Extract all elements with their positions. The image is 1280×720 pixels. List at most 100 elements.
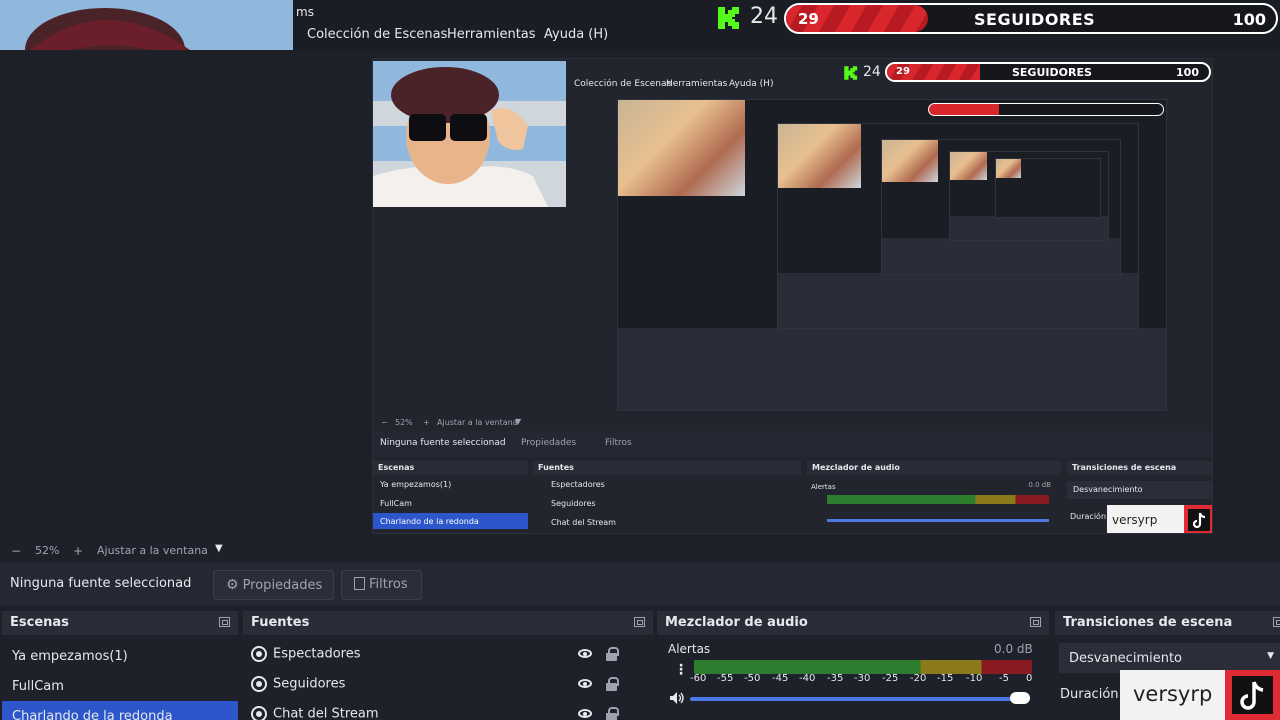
- volume-slider-handle[interactable]: [1010, 692, 1030, 704]
- source-label: Chat del Stream: [273, 706, 379, 720]
- nested-zoom-minus: −: [381, 418, 388, 427]
- sources-dock: Fuentes Espectadores Seguidores Chat del…: [243, 611, 653, 720]
- browser-source-icon: [251, 646, 267, 662]
- volume-slider-track[interactable]: [690, 697, 1030, 701]
- mixer-dock-header: Mezclador de audio: [657, 611, 1049, 635]
- source-item-seguidores[interactable]: Seguidores: [243, 670, 653, 700]
- filters-icon: [354, 577, 365, 590]
- properties-button[interactable]: ⚙ Propiedades: [213, 570, 334, 600]
- source-label: Seguidores: [273, 676, 346, 692]
- filters-button[interactable]: Filtros: [341, 570, 422, 600]
- tick-label: -30: [854, 673, 871, 684]
- fit-window-label[interactable]: Ajustar a la ventana: [97, 544, 208, 557]
- follower-goal-bar: 29 SEGUIDORES 100: [784, 3, 1278, 34]
- follower-goal-target: 100: [1232, 10, 1266, 29]
- nested-mixer-dock: Mezclador de audio Alertas 0.0 dB: [807, 461, 1061, 533]
- menu-scene-collection[interactable]: Colección de Escenas: [307, 27, 447, 42]
- nested-tiktok-logo-icon: [1184, 505, 1212, 533]
- nested-goal-bar: 29 SEGUIDORES 100: [885, 62, 1211, 82]
- source-label: Espectadores: [273, 646, 361, 662]
- follower-goal-label: SEGUIDORES: [974, 10, 1096, 29]
- nested-transitions-title: Transiciones de escena: [1067, 461, 1212, 475]
- lock-icon[interactable]: [606, 677, 619, 691]
- nested-no-source: Ninguna fuente seleccionad: [380, 438, 506, 448]
- zoom-in-button[interactable]: +: [73, 544, 83, 558]
- sources-dock-header: Fuentes: [243, 611, 653, 635]
- tick-label: -60: [690, 673, 707, 684]
- volume-speaker-icon[interactable]: [669, 691, 685, 705]
- scenes-dock: Escenas Ya empezamos(1) FullCam Charland…: [2, 611, 238, 720]
- nested-zoom-percentage: 52%: [395, 418, 413, 427]
- kick-logo-icon: [716, 5, 742, 31]
- scene-item-2[interactable]: Charlando de la redonda: [2, 701, 238, 720]
- nested-goal-current: 29: [896, 66, 910, 77]
- properties-label: Propiedades: [242, 578, 323, 593]
- gear-icon: ⚙: [226, 577, 239, 593]
- mixer-db-value: 0.0 dB: [994, 642, 1033, 656]
- zoom-bar: − 52% + Ajustar a la ventana ▼: [0, 540, 1280, 562]
- nested-tiktok-username: versyrp: [1112, 513, 1158, 527]
- source-item-espectadores[interactable]: Espectadores: [243, 640, 653, 670]
- tick-label: -10: [966, 673, 983, 684]
- scene-item-1[interactable]: FullCam: [2, 671, 238, 701]
- duration-label: Duración: [1060, 687, 1119, 702]
- tick-label: -55: [717, 673, 734, 684]
- tick-label: 0: [1026, 673, 1033, 684]
- source-item-chat[interactable]: Chat del Stream: [243, 700, 653, 720]
- zoom-percentage: 52%: [35, 544, 60, 557]
- source-toolbar: Ninguna fuente seleccionad ⚙ Propiedades …: [0, 562, 1280, 606]
- visibility-eye-icon[interactable]: [578, 679, 592, 688]
- mixer-dock-float-icon[interactable]: [1030, 617, 1041, 627]
- nested-menu-tools: Herramientas: [666, 79, 728, 89]
- nested-sources-title: Fuentes: [533, 461, 801, 475]
- transition-select-value: Desvanecimiento: [1069, 651, 1183, 666]
- nested-tiktok-badge: versyrp: [1107, 505, 1212, 533]
- nested-scenes-title: Escenas: [373, 461, 528, 475]
- browser-source-icon: [251, 676, 267, 692]
- scenes-dock-header: Escenas: [2, 611, 238, 635]
- zoom-out-button[interactable]: −: [11, 544, 21, 558]
- nested-transitions-dock: Transiciones de escena Desvanecimiento D…: [1067, 461, 1212, 533]
- nested-mixer-db: 0.0 dB: [1028, 481, 1051, 489]
- tick-label: -45: [772, 673, 789, 684]
- tick-label: -20: [910, 673, 927, 684]
- menu-help[interactable]: Ayuda (H): [544, 27, 608, 42]
- transition-select[interactable]: Desvanecimiento ▼: [1059, 643, 1280, 673]
- transitions-dock-title: Transiciones de escena: [1063, 615, 1233, 630]
- nested-goal-label: SEGUIDORES: [1012, 66, 1092, 79]
- nested-duration-label: Duración: [1070, 512, 1107, 521]
- nested-kick-count: 24: [863, 64, 881, 80]
- nested-scene-item-1: FullCam: [380, 499, 412, 508]
- preview-canvas[interactable]: Colección de Escenas Herramientas Ayuda …: [372, 58, 1213, 534]
- nested-sourcebar: Ninguna fuente seleccionad Propiedades F…: [373, 431, 1212, 457]
- tiktok-username: versyrp: [1133, 682, 1213, 706]
- no-source-selected-label: Ninguna fuente seleccionad: [10, 576, 192, 591]
- nested-goal-target: 100: [1176, 66, 1199, 79]
- visibility-eye-icon[interactable]: [578, 649, 592, 658]
- tick-label: -5: [999, 673, 1009, 684]
- visibility-eye-icon[interactable]: [578, 709, 592, 718]
- lock-icon[interactable]: [606, 707, 619, 720]
- lock-icon[interactable]: [606, 647, 619, 661]
- scenes-dock-float-icon[interactable]: [219, 617, 230, 627]
- nested-source-item-1: Seguidores: [551, 499, 596, 508]
- menu-tools[interactable]: Herramientas: [447, 27, 536, 42]
- nested-mixer-title: Mezclador de audio: [807, 461, 1061, 475]
- nested-scene-item-0: Ya empezamos(1): [380, 480, 452, 489]
- scene-item-0[interactable]: Ya empezamos(1): [2, 641, 238, 671]
- transitions-dock-float-icon[interactable]: [1273, 617, 1280, 627]
- sources-dock-float-icon[interactable]: [634, 617, 645, 627]
- tiktok-logo-icon: [1225, 670, 1280, 720]
- mixer-menu-dots-icon[interactable]: ⋮: [674, 662, 688, 678]
- transitions-dock-header: Transiciones de escena: [1055, 611, 1280, 635]
- nested-fit-label: Ajustar a la ventana: [437, 418, 518, 427]
- mixer-track-name: Alertas: [668, 642, 711, 656]
- browser-source-icon: [251, 706, 267, 720]
- nested-transition-select: Desvanecimiento: [1067, 481, 1212, 499]
- tick-label: -50: [744, 673, 761, 684]
- nested-frame-level-6: [995, 158, 1101, 218]
- nested-menu-help: Ayuda (H): [729, 79, 774, 89]
- fit-window-chevron-icon[interactable]: ▼: [215, 543, 223, 554]
- transition-chevron-icon[interactable]: ▼: [1267, 651, 1274, 661]
- nested-scene-item-2: Charlando de la redonda: [373, 513, 528, 529]
